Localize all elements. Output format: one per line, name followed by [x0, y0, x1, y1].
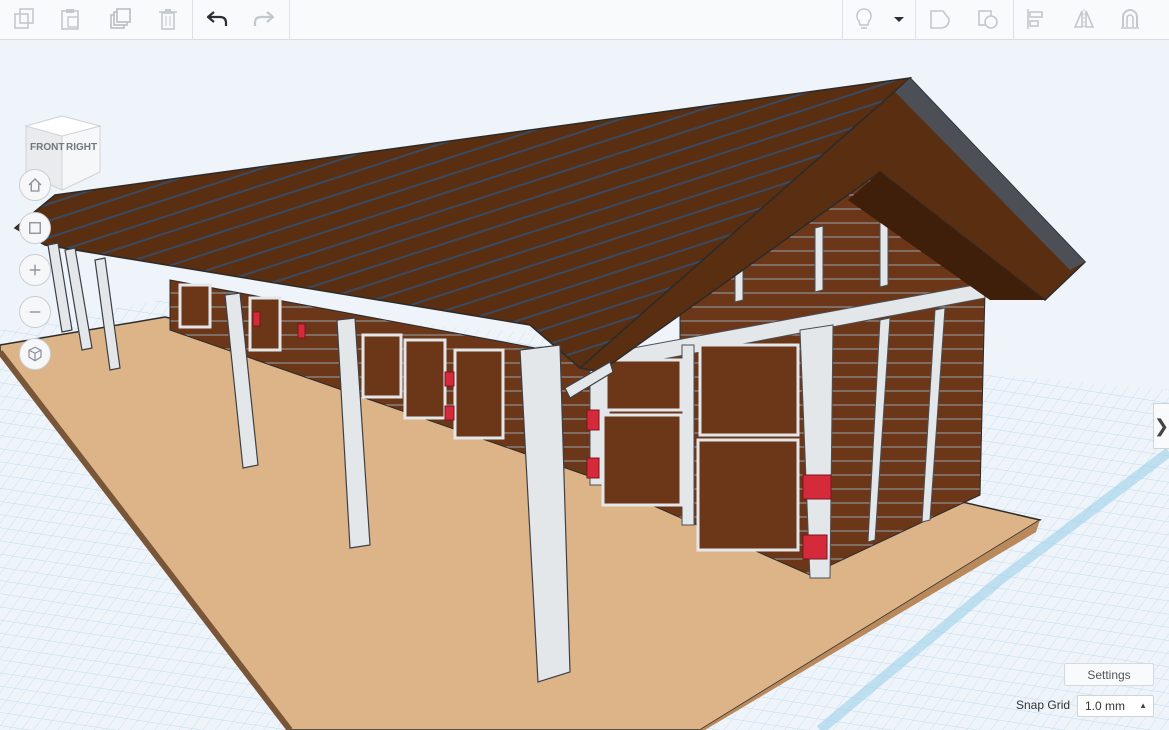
delete-icon[interactable]	[150, 2, 186, 36]
paste-icon[interactable]	[52, 2, 88, 36]
perspective-toggle-button[interactable]	[19, 338, 51, 370]
mirror-icon[interactable]	[1066, 2, 1102, 36]
undo-icon[interactable]	[199, 2, 235, 36]
minus-icon	[29, 311, 41, 313]
duplicate-icon[interactable]	[102, 2, 138, 36]
dropdown-caret-icon[interactable]	[884, 2, 914, 36]
shape-icon[interactable]	[922, 2, 958, 36]
redo-icon[interactable]	[246, 2, 282, 36]
home-view-button[interactable]	[19, 169, 51, 201]
3d-workplane-viewport[interactable]: FRONT RIGHT ❯ Settings Snap Grid 1.0 mm …	[0, 41, 1169, 730]
lightbulb-icon[interactable]	[846, 2, 882, 36]
align-icon[interactable]	[1018, 2, 1054, 36]
caret-up-icon: ▲	[1139, 701, 1147, 710]
cube-icon	[28, 346, 42, 362]
chevron-right-icon: ❯	[1153, 415, 1169, 436]
plus-icon	[29, 264, 41, 276]
zoom-in-button[interactable]	[19, 254, 51, 286]
barn-scene	[0, 41, 1169, 730]
snap-grid-label: Snap Grid	[1016, 698, 1071, 712]
top-toolbar	[0, 0, 1169, 40]
collapse-panel-button[interactable]: ❯	[1153, 403, 1169, 449]
settings-button[interactable]: Settings	[1064, 663, 1154, 686]
home-icon	[28, 178, 42, 192]
fit-view-button[interactable]	[19, 212, 51, 244]
hole-icon[interactable]	[970, 2, 1006, 36]
fit-icon	[29, 222, 41, 234]
group-icon[interactable]	[1112, 2, 1148, 36]
snap-grid-value: 1.0 mm	[1085, 699, 1126, 713]
snap-grid-select[interactable]: 1.0 mm ▲	[1077, 695, 1154, 717]
zoom-out-button[interactable]	[19, 296, 51, 328]
viewcube-front-label[interactable]: FRONT	[30, 142, 64, 153]
viewcube-right-label[interactable]: RIGHT	[66, 142, 97, 153]
copy-icon[interactable]	[6, 2, 42, 36]
